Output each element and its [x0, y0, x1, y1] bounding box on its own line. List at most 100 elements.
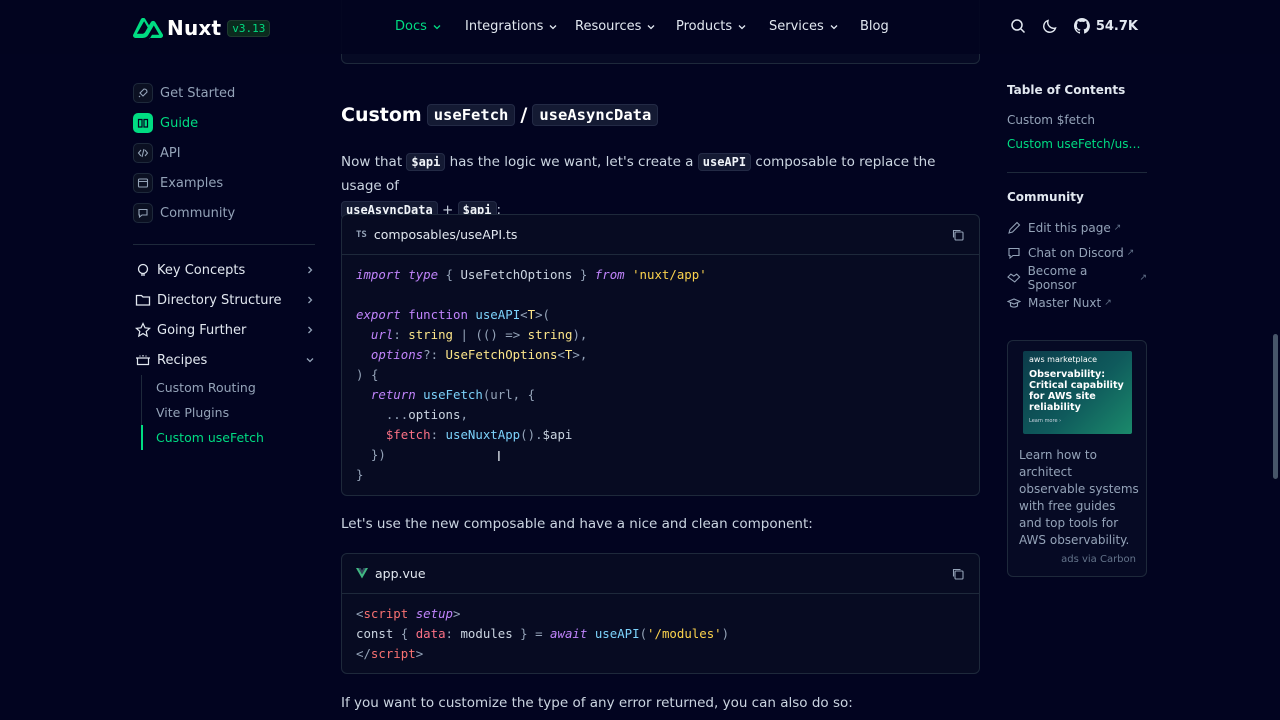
sidebar-item-api[interactable]: API: [133, 138, 315, 168]
sidebar-item-community[interactable]: Community: [133, 198, 315, 228]
code-block-useapi: TS composables/useAPI.ts import type { U…: [341, 214, 980, 496]
sidebar-group-label: Directory Structure: [157, 292, 282, 308]
sidebar-item-label: Get Started: [160, 85, 236, 101]
github-stars-link[interactable]: 54.7K: [1073, 18, 1138, 34]
nav-resources[interactable]: Resources: [575, 19, 676, 34]
sidebar-group-going-further[interactable]: Going Further: [133, 315, 315, 345]
sidebar-group-key-concepts[interactable]: Key Concepts: [133, 255, 315, 285]
toc-divider: [1007, 172, 1147, 173]
sidebar-group-directory-structure[interactable]: Directory Structure: [133, 285, 315, 315]
sidebar-group-recipes[interactable]: Recipes: [133, 345, 315, 375]
sidebar-item-examples[interactable]: Examples: [133, 168, 315, 198]
paragraph-error-type: If you want to customize the type of any…: [341, 695, 853, 711]
chevron-down-icon: [433, 24, 441, 29]
community-title: Community: [1007, 190, 1084, 204]
code-line: ) {: [356, 367, 379, 382]
nav-products[interactable]: Products: [676, 19, 769, 34]
book-icon: [133, 113, 153, 133]
github-stars-count: 54.7K: [1095, 18, 1138, 34]
code-line: }: [356, 467, 364, 482]
nav-integrations[interactable]: Integrations: [465, 19, 575, 34]
moon-icon[interactable]: [1042, 18, 1058, 34]
code-line: url: string | (() => string),: [370, 327, 588, 342]
ad-brand: aws marketplace: [1029, 355, 1098, 364]
logo-text: Nuxt: [167, 16, 222, 40]
external-link-icon: ↗: [1113, 222, 1122, 233]
nav-blog[interactable]: Blog: [860, 19, 889, 34]
sponsor-link[interactable]: Become a Sponsor ↗: [1007, 263, 1147, 292]
inline-code: $api: [406, 153, 446, 171]
code-line: const { data: modules } = await useAPI('…: [356, 626, 730, 641]
copy-icon[interactable]: [951, 228, 965, 242]
search-icon[interactable]: [1010, 18, 1026, 34]
handshake-icon: [1007, 272, 1021, 283]
master-nuxt-link[interactable]: Master Nuxt ↗: [1007, 290, 1147, 315]
pot-icon: [136, 355, 150, 366]
sidebar-item-custom-routing[interactable]: Custom Routing: [142, 375, 315, 400]
sidebar-item-get-started[interactable]: Get Started: [133, 78, 315, 108]
nav-blog-label: Blog: [860, 19, 889, 34]
edit-page-link[interactable]: Edit this page ↗: [1007, 215, 1147, 240]
edit-icon: [1008, 221, 1021, 234]
sidebar: Get Started Guide API Examples Community…: [133, 78, 315, 450]
intro-paragraph: Now that $api has the logic we want, let…: [341, 150, 980, 222]
code-filename: composables/useAPI.ts: [373, 227, 518, 242]
nav-resources-label: Resources: [575, 19, 642, 34]
nav-integrations-label: Integrations: [465, 19, 544, 34]
ad-image[interactable]: aws marketplace Observability: Critical …: [1023, 351, 1132, 434]
header-actions: 54.7K: [1010, 18, 1138, 34]
code-line: return useFetch(url, {: [370, 387, 536, 402]
external-link-icon: ↗: [1126, 247, 1135, 258]
nav-services-label: Services: [769, 19, 824, 34]
sidebar-item-guide[interactable]: Guide: [133, 108, 315, 138]
sidebar-group-label: Key Concepts: [157, 262, 246, 278]
nuxt-logo[interactable]: Nuxt v3.13: [133, 16, 271, 40]
page-scrollbar[interactable]: [1273, 334, 1278, 479]
chevron-right-icon: [308, 266, 313, 274]
code-line: $fetch: useNuxtApp().$api: [385, 427, 573, 442]
chevron-right-icon: [308, 296, 313, 304]
chevron-down-icon: [549, 24, 557, 29]
external-link-icon: ↗: [1104, 297, 1112, 308]
nav-services[interactable]: Services: [769, 19, 860, 34]
sidebar-item-label: Examples: [160, 175, 224, 191]
code-line: <script setup>: [356, 606, 461, 621]
sidebar-item-vite-plugins[interactable]: Vite Plugins: [142, 400, 315, 425]
external-link-icon: ↗: [1139, 272, 1147, 283]
code-block-header: TS composables/useAPI.ts: [342, 215, 979, 255]
nav-docs[interactable]: Docs: [395, 19, 465, 34]
code-block-header: app.vue: [342, 554, 979, 594]
sidebar-group-label: Going Further: [157, 322, 247, 338]
carbon-ad[interactable]: aws marketplace Observability: Critical …: [1007, 340, 1147, 577]
chevron-right-icon: [308, 326, 313, 334]
ad-via[interactable]: ads via Carbon: [1061, 554, 1136, 565]
sidebar-group-label: Recipes: [157, 352, 208, 368]
top-header: Nuxt v3.13 Docs Integrations Resources P…: [0, 0, 1280, 54]
copy-icon[interactable]: [951, 567, 965, 581]
code-body[interactable]: <script setup> const { data: modules } =…: [342, 594, 979, 672]
toc-link-custom-fetch[interactable]: Custom $fetch: [1007, 108, 1147, 132]
version-badge[interactable]: v3.13: [227, 19, 271, 37]
heading-code-useasyncdata: useAsyncData: [532, 104, 659, 126]
ad-headline: Observability: Critical capability for A…: [1029, 369, 1124, 413]
sidebar-item-custom-usefetch[interactable]: Custom useFetch: [141, 425, 315, 450]
community-link-label: Become a Sponsor: [1027, 263, 1088, 292]
chevron-down-icon: [738, 24, 746, 29]
heading-separator: /: [520, 104, 528, 126]
inline-code: useAPI: [697, 153, 752, 171]
folder-icon: [135, 294, 151, 306]
toc-link-custom-usefetch[interactable]: Custom useFetch/useA...: [1007, 132, 1147, 156]
heading-text: Custom: [341, 104, 422, 126]
code-body[interactable]: import type { UseFetchOptions } from 'nu…: [342, 255, 979, 493]
toc-title: Table of Contents: [1007, 83, 1126, 97]
discord-link[interactable]: Chat on Discord ↗: [1007, 240, 1147, 265]
rocket-icon: [133, 83, 153, 103]
code-line: export function useAPI<T>(: [356, 307, 551, 322]
sidebar-divider: [133, 244, 315, 245]
ad-text[interactable]: Learn how to architect observable system…: [1019, 447, 1141, 549]
chevron-down-icon: [306, 358, 314, 363]
window-icon: [133, 173, 153, 193]
sidebar-item-label: Guide: [160, 115, 199, 131]
star-icon: [135, 322, 151, 338]
